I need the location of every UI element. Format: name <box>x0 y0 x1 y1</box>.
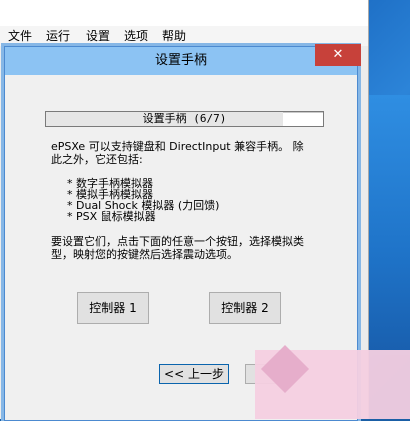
desktop-highlight <box>365 95 410 355</box>
controller-2-button[interactable]: 控制器 2 <box>209 292 281 324</box>
close-button[interactable]: ✕ <box>315 44 361 66</box>
menu-help[interactable]: 帮助 <box>162 28 186 44</box>
menu-options[interactable]: 选项 <box>124 28 148 44</box>
setup-progress-bar: 设置手柄 (6/7) <box>45 111 324 127</box>
back-button[interactable]: << 上一步 <box>159 364 229 384</box>
menu-bar: 文件 运行 设置 选项 帮助 <box>0 26 368 46</box>
app-titlebar <box>0 0 368 26</box>
progress-label: 设置手柄 (6/7) <box>142 112 227 125</box>
menu-run[interactable]: 运行 <box>46 28 70 44</box>
instructions-line-2: 型，映射您的按键然后选择震动选项。 <box>51 248 238 261</box>
intro-line-1: ePSXe 可以支持键盘和 DirectInput 兼容手柄。 除 <box>51 140 304 153</box>
feature-item: * PSX 鼠标模拟器 <box>67 210 156 223</box>
controller-1-button[interactable]: 控制器 1 <box>77 292 149 324</box>
dialog-title: 设置手柄 <box>5 47 357 75</box>
intro-line-2: 此之外，它还包括: <box>51 153 143 166</box>
menu-file[interactable]: 文件 <box>8 28 32 44</box>
instructions-line-1: 要设置它们，点击下面的任意一个按钮，选择模拟类 <box>51 235 304 248</box>
menu-settings[interactable]: 设置 <box>86 28 110 44</box>
